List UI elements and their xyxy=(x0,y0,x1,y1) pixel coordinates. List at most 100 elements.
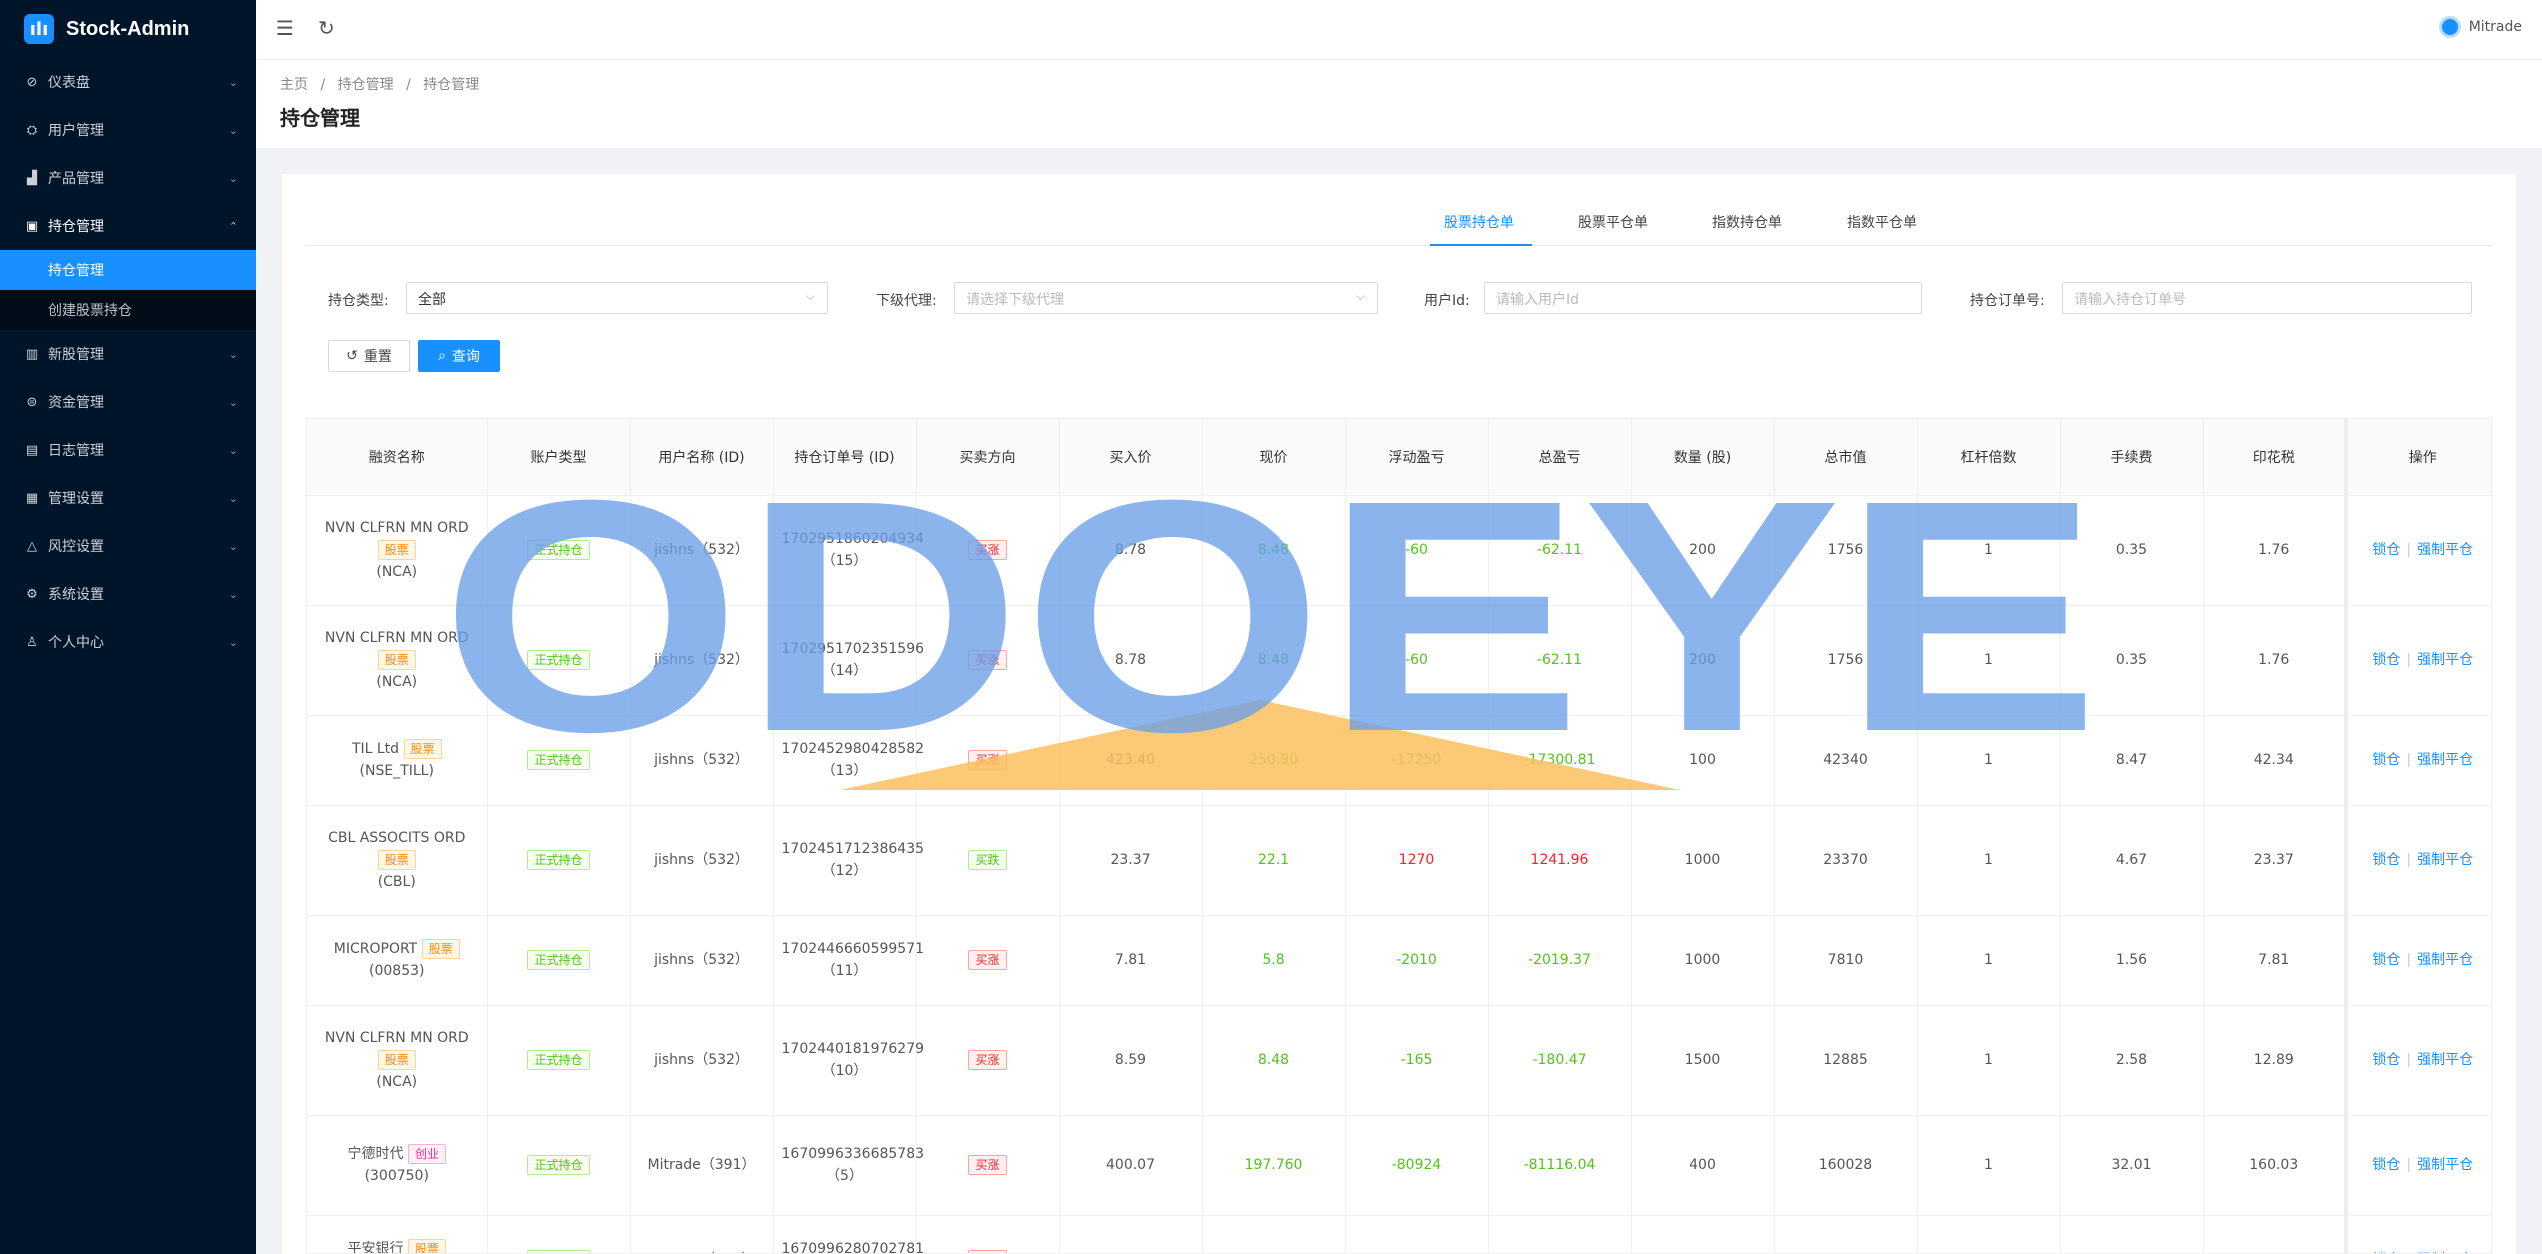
lock-position-link[interactable]: 锁仓 xyxy=(2372,852,2400,868)
chevron-icon: ⌃ xyxy=(228,219,238,233)
cell-leverage: 1 xyxy=(1917,1005,2061,1116)
sidebar-item[interactable]: △ 风控设置 ⌄ xyxy=(0,522,256,570)
cell-floating-pnl: -165 xyxy=(1345,1005,1489,1116)
reset-button[interactable]: ↺ 重置 xyxy=(328,340,410,372)
menu-icon: ▥ xyxy=(25,346,39,362)
agent-placeholder: 请选择下级代理 xyxy=(966,292,1064,308)
cell-stock-name: NVN CLFRN MN ORD 股票 (NCA) xyxy=(307,1005,488,1116)
cell-direction: 买涨 xyxy=(916,1115,1060,1216)
tab-index-closed[interactable]: 指数平仓单 xyxy=(1847,212,1917,232)
sidebar-item[interactable]: ▟ 产品管理 ⌄ xyxy=(0,154,256,202)
sidebar-item-label: 产品管理 xyxy=(48,171,104,187)
force-close-link[interactable]: 强制平仓 xyxy=(2417,752,2473,768)
sidebar-item[interactable]: ▤ 日志管理 ⌄ xyxy=(0,426,256,474)
breadcrumb: 主页 / 持仓管理 / 持仓管理 xyxy=(280,74,487,94)
menu-icon: ⊜ xyxy=(26,394,38,410)
breadcrumb-separator: / xyxy=(406,77,411,93)
stock-code: (NCA) xyxy=(376,674,418,690)
cell-stamp-tax: 160.03 xyxy=(2203,1115,2347,1216)
force-close-link[interactable]: 强制平仓 xyxy=(2417,542,2473,558)
tab-index-positions[interactable]: 指数持仓单 xyxy=(1712,212,1782,232)
cell-leverage: 1 xyxy=(1917,915,2061,1006)
user-id-input[interactable]: 请输入用户Id xyxy=(1484,282,1922,314)
tab-stock-positions[interactable]: 股票持仓单 xyxy=(1444,212,1514,232)
order-no-input[interactable]: 请输入持仓订单号 xyxy=(2062,282,2472,314)
lock-position-link[interactable]: 锁仓 xyxy=(2372,1052,2400,1068)
cell-market-value: 42340 xyxy=(1774,715,1918,806)
tab-stock-closed[interactable]: 股票平仓单 xyxy=(1578,212,1648,232)
sidebar-item[interactable]: ⊘ 仪表盘 ⌄ xyxy=(0,58,256,106)
refresh-icon[interactable]: ↻ xyxy=(318,16,335,40)
account-type-badge: 正式持仓 xyxy=(527,1155,590,1175)
cell-market-value: 160028 xyxy=(1774,1115,1918,1216)
breadcrumb-position[interactable]: 持仓管理 xyxy=(338,77,394,93)
force-close-link[interactable]: 强制平仓 xyxy=(2417,852,2473,868)
agent-select[interactable]: 请选择下级代理 ⌵ xyxy=(954,282,1378,314)
cell-stamp-tax: 7.81 xyxy=(2203,915,2347,1006)
cell-user: Mitrade（391） xyxy=(630,1115,774,1216)
app-logo[interactable]: ılı Stock-Admin xyxy=(0,0,256,58)
cell-account-type: 正式持仓 xyxy=(487,495,631,606)
column-header: 浮动盈亏 xyxy=(1345,419,1489,496)
cell-leverage: 1 xyxy=(1917,495,2061,606)
sidebar-item[interactable]: ♙ 个人中心 ⌄ xyxy=(0,618,256,666)
sidebar-item[interactable]: ▦ 管理设置 ⌄ xyxy=(0,474,256,522)
stock-name: MICROPORT xyxy=(333,941,418,957)
stock-code: (00853) xyxy=(369,963,425,979)
chevron-down-icon: ⌵ xyxy=(1355,289,1365,303)
cell-current-price: 8.48 xyxy=(1202,1005,1346,1116)
query-button[interactable]: ⌕ 查询 xyxy=(418,340,500,372)
submenu-item[interactable]: 创建股票持仓 xyxy=(0,290,256,330)
cell-buy-price: 7.81 xyxy=(1059,915,1203,1006)
position-type-select[interactable]: 全部 ⌵ xyxy=(406,282,828,314)
stock-name: NVN CLFRN MN ORD xyxy=(324,520,469,536)
cell-stamp-tax: 23.37 xyxy=(2203,805,2347,916)
table-row: TIL Ltd 股票 (NSE_TILL) 正式持仓 jishns（532） 17024… xyxy=(307,715,2491,806)
cell-order-no: 1702446660599571（11） xyxy=(773,915,924,1006)
lock-position-link[interactable]: 锁仓 xyxy=(2372,542,2400,558)
stock-code: (NCA) xyxy=(376,564,418,580)
cell-actions: 锁仓 | 强制平仓 xyxy=(2344,805,2491,916)
force-close-link[interactable]: 强制平仓 xyxy=(2417,1157,2473,1173)
table-row: NVN CLFRN MN ORD 股票 (NCA) 正式持仓 jishns（532） 1… xyxy=(307,605,2491,716)
sidebar-item-label: 管理设置 xyxy=(48,491,104,507)
cell-market-value: 7810 xyxy=(1774,915,1918,1006)
force-close-link[interactable]: 强制平仓 xyxy=(2417,652,2473,668)
force-close-link[interactable]: 强制平仓 xyxy=(2417,952,2473,968)
table-header-row: 融资名称 账户类型 用户名称 (ID) 持仓订单号 (ID) 买卖方向 买入价 现价 浮动盈亏… xyxy=(307,419,2491,496)
cell-market-value: 12885 xyxy=(1774,1005,1918,1116)
cell-fee: 4.67 xyxy=(2060,805,2204,916)
menu-icon: ⊘ xyxy=(26,74,38,90)
sidebar-item[interactable]: ⛭ 用户管理 ⌄ xyxy=(0,106,256,154)
cell-account-type: 正式持仓 xyxy=(487,1005,631,1116)
lock-position-link[interactable]: 锁仓 xyxy=(2372,652,2400,668)
cell-direction: 买涨 xyxy=(916,715,1060,806)
breadcrumb-home[interactable]: 主页 xyxy=(280,77,308,93)
cell-user: jishns（532） xyxy=(630,715,774,806)
table-body: NVN CLFRN MN ORD 股票 (NCA) 正式持仓 jishns（532） 1… xyxy=(307,495,2491,1253)
lock-position-link[interactable]: 锁仓 xyxy=(2372,752,2400,768)
direction-badge: 买涨 xyxy=(968,950,1007,970)
sidebar-item[interactable]: ▥ 新股管理 ⌄ xyxy=(0,330,256,378)
force-close-link[interactable]: 强制平仓 xyxy=(2417,1052,2473,1068)
menu-icon: △ xyxy=(27,538,37,554)
sidebar-item[interactable]: ⚙ 系统设置 ⌄ xyxy=(0,570,256,618)
sidebar-item-label: 资金管理 xyxy=(48,395,104,411)
cell-buy-price: 8.59 xyxy=(1059,1005,1203,1116)
lock-position-link[interactable]: 锁仓 xyxy=(2372,1157,2400,1173)
stock-code: (NCA) xyxy=(376,1074,418,1090)
lock-position-link[interactable]: 锁仓 xyxy=(2372,952,2400,968)
cell-order-no: 1670996280702781（4） xyxy=(773,1215,924,1253)
menu-fold-icon[interactable]: ☰ xyxy=(276,16,294,40)
sidebar-item[interactable]: ▣ 持仓管理 ⌃ xyxy=(0,202,256,250)
chevron-icon: ⌄ xyxy=(228,635,238,649)
direction-badge: 买涨 xyxy=(968,1250,1007,1253)
account-type-badge: 正式持仓 xyxy=(527,650,590,670)
user-menu[interactable]: Mitrade xyxy=(2438,16,2522,38)
stock-name: CBL ASSOCITS ORD xyxy=(328,830,466,846)
sidebar-item[interactable]: ⊜ 资金管理 ⌄ xyxy=(0,378,256,426)
cell-fee: 0.35 xyxy=(2060,495,2204,606)
positions-table-wrapper[interactable]: 融资名称 账户类型 用户名称 (ID) 持仓订单号 (ID) 买卖方向 买入价 现价 浮动盈亏… xyxy=(306,418,2492,1254)
submenu-item[interactable]: 持仓管理 xyxy=(0,250,256,290)
cell-direction: 买跌 xyxy=(916,805,1060,916)
